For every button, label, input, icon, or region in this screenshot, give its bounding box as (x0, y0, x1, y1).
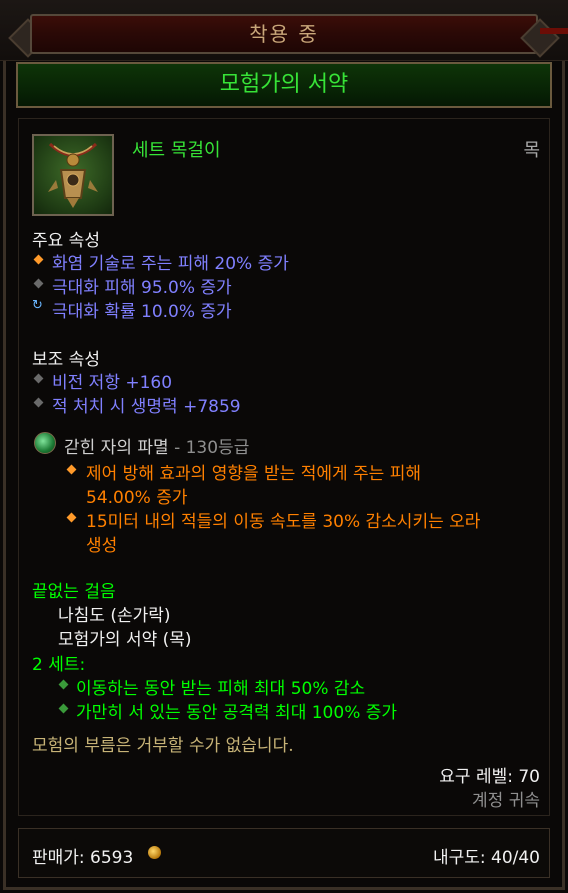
frame-accent (540, 28, 568, 34)
set-name: 끝없는 걸음 (32, 582, 116, 602)
durability: 내구도: 40/40 (432, 848, 540, 868)
enchant-cycle-icon: ↻ (32, 298, 43, 313)
secondary-stat: 비전 저항 +160 (52, 373, 173, 393)
required-level: 요구 레벨: 70 (439, 767, 540, 787)
primary-heading: 주요 속성 (32, 231, 100, 251)
gem-line: 갇힌 자의 파멸 - 130등급 (64, 433, 249, 458)
equipped-banner: 착용 중 (30, 14, 538, 54)
item-name-bar: 모험가의 서약 (16, 62, 552, 108)
legendary-gem-icon (34, 432, 56, 454)
gem-name: 갇힌 자의 파멸 (64, 438, 169, 458)
primary-stat: 화염 기술로 주는 피해 20% 증가 (52, 254, 289, 274)
item-type: 세트 목걸이 (132, 140, 221, 161)
set-bonus: 가만히 서 있는 동안 공격력 최대 100% 증가 (76, 703, 398, 723)
gem-effect: 제어 방해 효과의 영향을 받는 적에게 주는 피해 (86, 464, 421, 484)
item-tooltip: 착용 중 모험가의 서약 세트 목걸이 목 주요 속성 화염 기술로 주는 피해… (0, 0, 568, 893)
tooltip-header: 착용 중 (0, 0, 568, 61)
flavor-text: 모험의 부름은 거부할 수가 없습니다. (32, 736, 294, 756)
primary-stat: 극대화 확률 10.0% 증가 (52, 302, 232, 322)
gem-effect: 15미터 내의 적들의 이동 속도를 30% 감소시키는 오라 (86, 512, 481, 532)
set-piece: 나침도 (손가락) (58, 606, 171, 626)
gem-rank: - 130등급 (174, 438, 250, 458)
set-bonus-label: 2 세트: (32, 655, 86, 675)
gem-effect-continued: 생성 (86, 536, 118, 556)
necklace-icon (32, 134, 114, 216)
set-bonus: 이동하는 동안 받는 피해 최대 50% 감소 (76, 679, 366, 699)
equipped-label: 착용 중 (249, 22, 319, 46)
set-piece: 모험가의 서약 (목) (58, 630, 192, 650)
secondary-stat: 적 처치 시 생명력 +7859 (52, 397, 241, 417)
item-slot: 목 (523, 140, 540, 161)
item-name: 모험가의 서약 (219, 72, 349, 97)
primary-stat: 극대화 피해 95.0% 증가 (52, 278, 232, 298)
sell-price: 판매가: 6593 (32, 848, 134, 868)
secondary-heading: 보조 속성 (32, 350, 100, 370)
account-bound: 계정 귀속 (472, 791, 540, 811)
gem-effect-continued: 54.00% 증가 (86, 488, 188, 508)
gold-coin-icon (148, 846, 161, 859)
